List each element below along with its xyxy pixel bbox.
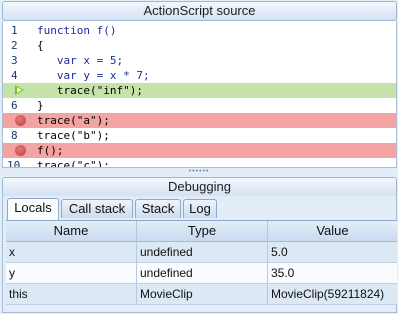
variable-value: 35.0 <box>271 266 295 280</box>
line-number: 8 <box>11 129 18 142</box>
code-line[interactable]: 2 { <box>3 38 396 53</box>
code-text: trace("inf"); <box>37 84 143 97</box>
code-text: var y = x * 7; <box>37 69 150 82</box>
variable-type: undefined <box>137 242 268 262</box>
tab-call-stack[interactable]: Call stack <box>61 199 133 218</box>
variable-value: 5.0 <box>271 245 288 259</box>
line-number: 4 <box>11 69 18 82</box>
code-line-breakpoint[interactable]: f(); <box>3 143 396 158</box>
code-text: f(); <box>37 144 64 157</box>
code-line[interactable]: 6 } <box>3 98 396 113</box>
code-line[interactable]: 4 var y = x * 7; <box>3 68 396 83</box>
debug-panel: Locals Call stack Stack Log Name Type Va… <box>2 196 397 313</box>
code-line-breakpoint[interactable]: trace("a"); <box>3 113 396 128</box>
tab-stack[interactable]: Stack <box>135 199 181 218</box>
arrow-right-icon <box>15 85 24 95</box>
locals-table: Name Type Value x undefined 5.0 y undefi… <box>6 220 397 305</box>
code-line[interactable]: 1 function f() <box>3 23 396 38</box>
code-text: { <box>37 39 44 52</box>
code-line[interactable]: 8 trace("b"); <box>3 128 396 143</box>
code-text: trace("a"); <box>37 114 110 127</box>
table-header: Name Type Value <box>6 221 397 242</box>
line-number: 10 <box>7 159 21 168</box>
line-number: 1 <box>11 24 18 37</box>
variable-name: y <box>6 263 137 283</box>
code-text: trace("c"); <box>37 159 110 168</box>
code-text: trace("b"); <box>37 129 110 142</box>
column-header-value[interactable]: Value <box>268 221 397 241</box>
table-row[interactable]: x undefined 5.0 <box>6 242 397 263</box>
variable-name: x <box>6 242 137 262</box>
code-text: var x = 5; <box>37 54 124 67</box>
variable-name: this <box>6 284 137 304</box>
variable-type: undefined <box>137 263 268 283</box>
breakpoint-dot-icon[interactable] <box>15 115 26 126</box>
code-editor[interactable]: 1 function f() 2 { 3 var x = 5; 4 var y … <box>2 21 397 168</box>
code-line[interactable]: 10 trace("c"); <box>3 158 396 168</box>
variable-value: MovieClip(59211824) <box>271 287 385 301</box>
tab-locals[interactable]: Locals <box>7 198 59 220</box>
column-header-name[interactable]: Name <box>6 221 137 241</box>
code-text: } <box>37 99 44 112</box>
code-line-current[interactable]: trace("inf"); <box>3 83 396 98</box>
column-header-type[interactable]: Type <box>137 221 268 241</box>
source-panel-title: ActionScript source <box>2 1 397 21</box>
debug-panel-title: Debugging <box>2 177 397 197</box>
line-number: 3 <box>11 54 18 67</box>
code-text: function f() <box>37 24 117 37</box>
code-line[interactable]: 3 var x = 5; <box>3 53 396 68</box>
line-number: 6 <box>11 99 18 112</box>
line-number: 2 <box>11 39 18 52</box>
table-row[interactable]: y undefined 35.0 <box>6 263 397 284</box>
table-row[interactable]: this MovieClip MovieClip(59211824) <box>6 284 397 305</box>
tab-log[interactable]: Log <box>183 199 217 218</box>
breakpoint-dot-icon[interactable] <box>15 145 26 156</box>
variable-type: MovieClip <box>137 284 268 304</box>
panel-splitter-grip-icon[interactable]: •••••• <box>0 168 398 176</box>
